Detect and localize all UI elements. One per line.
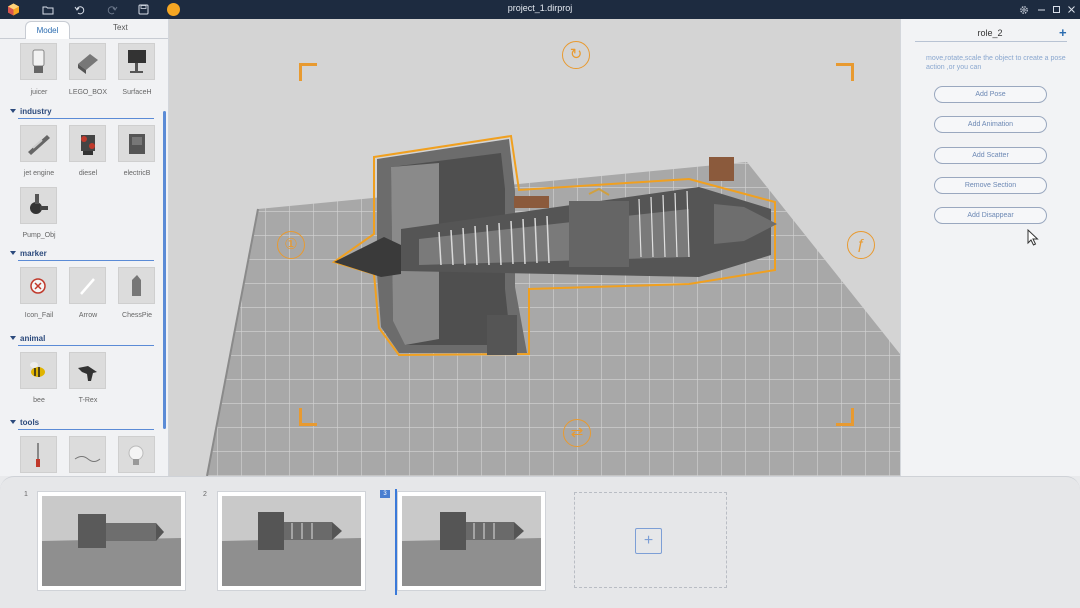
- inspector-panel: role_2 + move,rotate,scale the object to…: [900, 19, 1080, 476]
- add-scatter-button[interactable]: Add Scatter: [934, 147, 1047, 164]
- model-thumb-electricb[interactable]: [118, 125, 155, 162]
- model-label: juicer: [30, 89, 48, 96]
- model-thumb-pump[interactable]: [20, 187, 57, 224]
- timeline-panel: 1 2 3 +: [0, 476, 1080, 608]
- tab-model[interactable]: Model: [25, 21, 70, 39]
- model-label: SurfaceH: [122, 89, 152, 96]
- model-thumb-surfaceh[interactable]: [118, 43, 155, 80]
- tilt-left-icon[interactable]: ①: [277, 231, 305, 259]
- model-label: T-Rex: [78, 397, 98, 404]
- model-label: ChessPie: [122, 312, 152, 319]
- trex-icon: [78, 366, 97, 381]
- pump-icon: [30, 194, 48, 214]
- close-icon[interactable]: [1064, 2, 1079, 17]
- diesel-icon: [81, 135, 95, 155]
- model-library-panel: Model Text juicer LEGO_BOX SurfaceH indu…: [0, 19, 169, 476]
- selection-corner: [299, 63, 317, 81]
- electricb-icon: [129, 134, 145, 154]
- pose-hint-text: move,rotate,scale the object to create a…: [926, 55, 1066, 71]
- model-thumb-arrow[interactable]: [69, 267, 106, 304]
- model-thumb-diesel[interactable]: [69, 125, 106, 162]
- frame-thumbnail: [42, 496, 181, 586]
- title-bar: project_1.dirproj: [0, 0, 1080, 19]
- model-label: electricB: [123, 170, 151, 177]
- model-thumb-lego-box[interactable]: [69, 43, 106, 80]
- remove-section-button[interactable]: Remove Section: [934, 177, 1047, 194]
- selection-corner: [836, 63, 854, 81]
- tab-text[interactable]: Text: [113, 23, 128, 32]
- model-thumb-cable[interactable]: [69, 436, 106, 473]
- add-disappear-button[interactable]: Add Disappear: [934, 207, 1047, 224]
- 3d-viewport[interactable]: ↻ ① ƒ ⇄: [169, 19, 900, 476]
- category-divider: [18, 118, 154, 119]
- add-role-button[interactable]: +: [1059, 25, 1067, 40]
- role-title: role_2: [977, 28, 1003, 38]
- timeline-frame-2[interactable]: [217, 491, 366, 591]
- chess-piece-icon: [132, 275, 141, 296]
- mouse-cursor-icon: [1027, 229, 1039, 246]
- add-frame-button[interactable]: +: [635, 528, 662, 554]
- frame-number: 1: [24, 491, 28, 498]
- model-thumb-screwdriver[interactable]: [20, 436, 57, 473]
- add-frame-slot: +: [574, 492, 727, 588]
- category-divider: [18, 345, 154, 346]
- frame-thumbnail: [222, 496, 361, 586]
- model-thumb-bee[interactable]: [20, 352, 57, 389]
- frame-thumbnail: [402, 496, 541, 586]
- timeline-frame-3[interactable]: [397, 491, 546, 591]
- minimize-icon[interactable]: [1034, 2, 1049, 17]
- model-thumb-juicer[interactable]: [20, 43, 57, 80]
- library-tabs: Model Text: [0, 19, 168, 39]
- bulb-icon: [128, 445, 144, 465]
- model-label: jet engine: [23, 170, 55, 177]
- jet-engine-icon: [28, 135, 50, 155]
- frame-number-badge: 3: [380, 490, 390, 498]
- category-animal[interactable]: animal: [10, 334, 45, 343]
- settings-icon[interactable]: [1016, 2, 1031, 17]
- frame-number: 2: [203, 491, 207, 498]
- category-industry[interactable]: industry: [10, 107, 52, 116]
- add-pose-button[interactable]: Add Pose: [934, 86, 1047, 103]
- bee-icon: [30, 362, 45, 377]
- window-title: project_1.dirproj: [507, 3, 573, 13]
- spin-icon[interactable]: ⇄: [563, 419, 591, 447]
- juicer-icon: [32, 49, 45, 73]
- add-animation-button[interactable]: Add Animation: [934, 116, 1047, 133]
- model-thumb-chess-piece[interactable]: [118, 267, 155, 304]
- tilt-right-icon[interactable]: ƒ: [847, 231, 875, 259]
- fail-icon: [30, 278, 46, 294]
- model-label: diesel: [78, 170, 98, 177]
- model-label: Pump_Obj: [22, 232, 56, 239]
- library-scrollbar[interactable]: [163, 111, 166, 429]
- selection-corner: [836, 408, 854, 426]
- category-marker[interactable]: marker: [10, 249, 47, 258]
- maximize-icon[interactable]: [1049, 2, 1064, 17]
- cable-icon: [74, 456, 101, 462]
- model-thumb-icon-fail[interactable]: [20, 267, 57, 304]
- surfaceh-icon: [128, 50, 146, 73]
- model-thumb-jet-engine[interactable]: [20, 125, 57, 162]
- model-thumb-bulb[interactable]: [118, 436, 155, 473]
- role-divider: [915, 41, 1067, 42]
- category-divider: [18, 429, 154, 430]
- rotate-icon[interactable]: ↻: [562, 41, 590, 69]
- model-label: LEGO_BOX: [68, 89, 108, 96]
- screwdriver-icon: [36, 443, 40, 467]
- model-label: Icon_Fail: [24, 312, 54, 319]
- timeline-frame-1[interactable]: [37, 491, 186, 591]
- selection-corner: [299, 408, 317, 426]
- lego-box-icon: [78, 54, 98, 74]
- category-tools[interactable]: tools: [10, 418, 39, 427]
- model-label: bee: [33, 397, 45, 404]
- model-thumb-trex[interactable]: [69, 352, 106, 389]
- model-label: Arrow: [78, 312, 98, 319]
- category-divider: [18, 260, 154, 261]
- arrow-icon: [80, 278, 95, 295]
